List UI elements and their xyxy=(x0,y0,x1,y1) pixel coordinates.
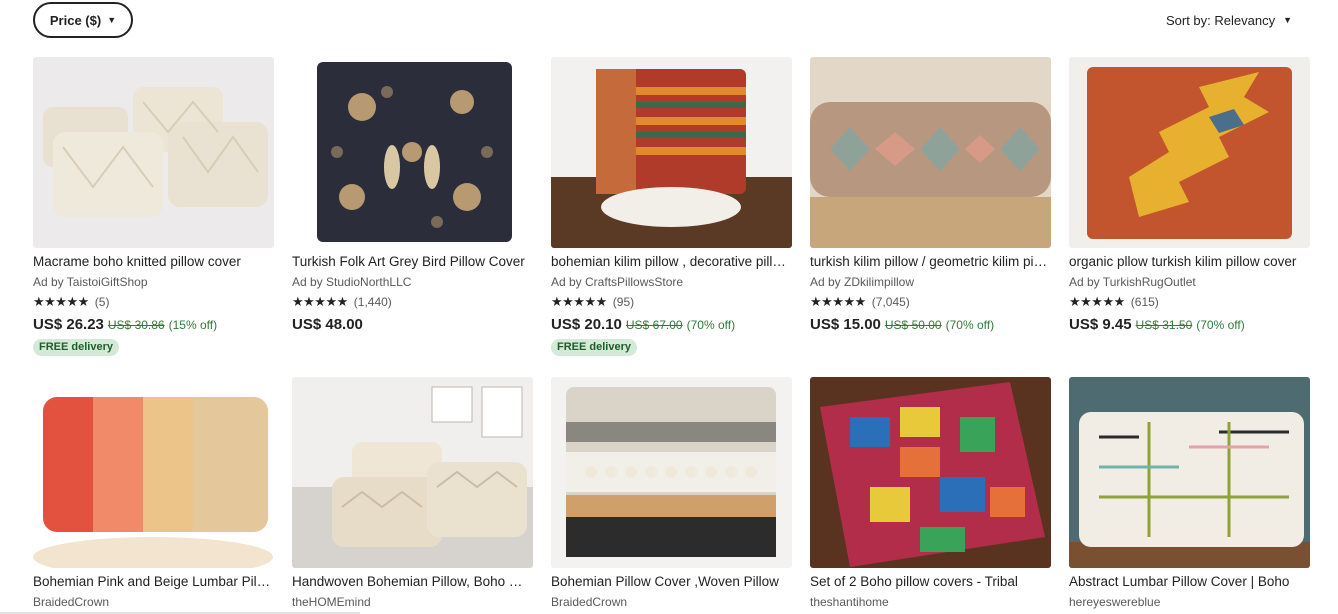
review-count: (5) xyxy=(94,295,110,309)
price-row: US$ 26.23 US$ 30.86 (15% off) xyxy=(33,316,274,336)
rating: ★★★★★ (1,440) xyxy=(292,292,533,312)
rating: ★★★★★ (7,045) xyxy=(810,292,1051,312)
discount-label: (70% off) xyxy=(686,318,736,332)
sale-price: US$ 48.00 xyxy=(292,316,363,333)
shop-name: Ad by ZDkilimpillow xyxy=(810,275,915,289)
listing-title[interactable]: Macrame boho knitted pillow cover xyxy=(33,253,271,271)
caret-down-icon: ▼ xyxy=(107,14,117,25)
review-count: (615) xyxy=(1130,295,1159,309)
caret-down-icon: ▼ xyxy=(1283,14,1292,25)
price-filter-label: Price ($) xyxy=(49,12,102,28)
original-price: US$ 67.00 xyxy=(625,318,683,332)
price-filter-button[interactable]: Price ($) ▼ xyxy=(33,2,133,38)
discount-label: (70% off) xyxy=(945,318,995,332)
listing-image[interactable] xyxy=(33,377,274,568)
price-row: US$ 15.00 US$ 50.00 (70% off) xyxy=(810,316,1051,336)
shop-name: Ad by CraftsPillowsStore xyxy=(551,275,684,289)
listing-image[interactable] xyxy=(292,57,533,248)
listing-card[interactable]: Macrame boho knitted pillow cover Ad by … xyxy=(33,57,274,356)
listing-image[interactable] xyxy=(33,57,274,248)
listing-image[interactable] xyxy=(1069,57,1310,248)
discount-label: (70% off) xyxy=(1196,318,1245,332)
listing-card[interactable]: Handwoven Bohemian Pillow, Boho Pillow t… xyxy=(292,377,533,612)
listing-title[interactable]: Bohemian Pink and Beige Lumbar Pillow xyxy=(33,573,271,591)
listing-title[interactable]: Turkish Folk Art Grey Bird Pillow Cover xyxy=(292,253,530,271)
listing-card[interactable]: bohemian kilim pillow , decorative pillo… xyxy=(551,57,792,356)
free-delivery-badge: FREE delivery xyxy=(33,339,119,356)
shop-name: BraidedCrown xyxy=(551,595,628,609)
star-icon: ★★★★★ xyxy=(810,294,866,309)
original-price: US$ 50.00 xyxy=(884,318,942,332)
listing-image[interactable] xyxy=(292,377,533,568)
star-icon: ★★★★★ xyxy=(551,294,607,309)
shop-name: Ad by TurkishRugOutlet xyxy=(1069,275,1196,289)
star-icon: ★★★★★ xyxy=(292,294,348,309)
price-row: US$ 48.00 xyxy=(292,316,533,336)
review-count: (95) xyxy=(612,295,635,309)
listing-card[interactable]: organic pllow turkish kilim pillow cover… xyxy=(1069,57,1310,336)
listing-card[interactable]: Set of 2 Boho pillow covers - Tribal the… xyxy=(810,377,1051,612)
listing-image[interactable] xyxy=(810,57,1051,248)
sale-price: US$ 20.10 xyxy=(551,316,622,333)
original-price: US$ 30.86 xyxy=(107,318,165,332)
price-row: US$ 20.10 US$ 67.00 (70% off) xyxy=(551,316,792,336)
shop-name: Ad by TaistoiGiftShop xyxy=(33,275,148,289)
shop-name: hereyeswereblue xyxy=(1069,595,1161,609)
listing-image[interactable] xyxy=(810,377,1051,568)
star-icon: ★★★★★ xyxy=(33,294,89,309)
rating: ★★★★★ (95) xyxy=(551,292,792,312)
rating: ★★★★★ (615) xyxy=(1069,292,1310,312)
free-delivery-badge: FREE delivery xyxy=(551,339,637,356)
review-count: (7,045) xyxy=(871,295,910,309)
listing-title[interactable]: Bohemian Pillow Cover ,Woven Pillow xyxy=(551,573,789,591)
shop-name: BraidedCrown xyxy=(33,595,110,609)
listing-card[interactable]: Turkish Folk Art Grey Bird Pillow Cover … xyxy=(292,57,533,336)
listing-card[interactable]: Bohemian Pillow Cover ,Woven Pillow Brai… xyxy=(551,377,792,612)
listing-title[interactable]: turkish kilim pillow / geometric kilim p… xyxy=(810,253,1048,271)
listing-title[interactable]: Set of 2 Boho pillow covers - Tribal xyxy=(810,573,1048,591)
review-count: (1,440) xyxy=(353,295,392,309)
listing-title[interactable]: Handwoven Bohemian Pillow, Boho Pillow xyxy=(292,573,530,591)
original-price: US$ 31.50 xyxy=(1135,318,1193,332)
shop-name: theshantihome xyxy=(810,595,889,609)
listing-card[interactable]: turkish kilim pillow / geometric kilim p… xyxy=(810,57,1051,336)
rating: ★★★★★ (5) xyxy=(33,292,274,312)
listing-title[interactable]: Abstract Lumbar Pillow Cover | Boho xyxy=(1069,573,1307,591)
listing-card[interactable]: Abstract Lumbar Pillow Cover | Boho here… xyxy=(1069,377,1310,612)
sort-dropdown[interactable]: Sort by: Relevancy ▼ xyxy=(1166,10,1292,30)
listing-title[interactable]: bohemian kilim pillow , decorative pillo… xyxy=(551,253,789,271)
listing-title[interactable]: organic pllow turkish kilim pillow cover xyxy=(1069,253,1307,271)
listing-image[interactable] xyxy=(551,377,792,568)
shop-name: theHOMEmind xyxy=(292,595,371,609)
listing-image[interactable] xyxy=(1069,377,1310,568)
listing-card[interactable]: Bohemian Pink and Beige Lumbar Pillow Br… xyxy=(33,377,274,612)
listing-image[interactable] xyxy=(551,57,792,248)
sort-label: Sort by: Relevancy xyxy=(1165,12,1276,28)
star-icon: ★★★★★ xyxy=(1069,294,1125,309)
discount-label: (15% off) xyxy=(168,318,218,332)
price-row: US$ 9.45 US$ 31.50 (70% off) xyxy=(1069,316,1310,336)
sale-price: US$ 26.23 xyxy=(33,316,104,333)
sale-price: US$ 15.00 xyxy=(810,316,881,333)
sale-price: US$ 9.45 xyxy=(1069,316,1132,333)
shop-name: Ad by StudioNorthLLC xyxy=(292,275,412,289)
